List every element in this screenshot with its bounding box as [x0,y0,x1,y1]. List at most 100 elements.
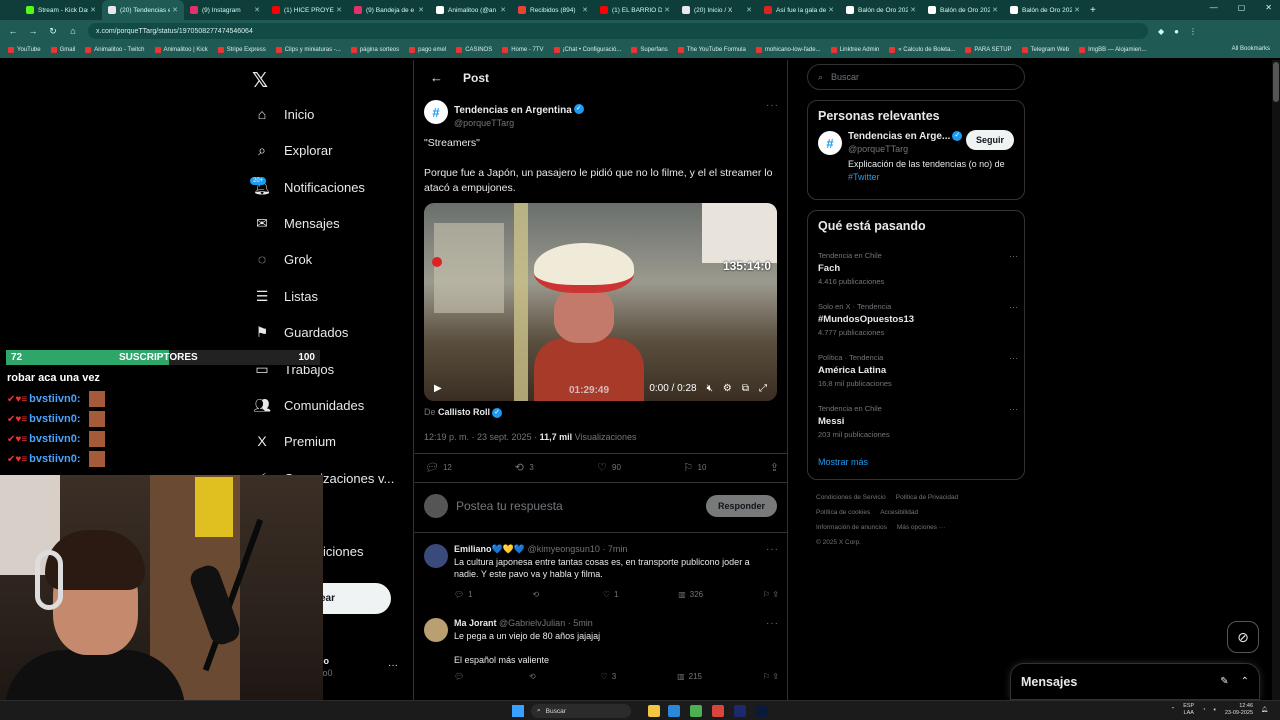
post-video[interactable]: 135:14:0 01:29:49 ▶ 0:00 / 0:28 🔇︎ ⚙ ⧉ ⤢ [424,203,777,401]
forward-icon[interactable]: → [28,26,38,36]
language-indicator[interactable]: ESP LAA [1183,703,1194,717]
show-more-link[interactable]: Mostrar más [818,457,868,467]
share-action[interactable]: ⇪ [770,461,779,474]
trend-item[interactable]: Tendencia en Chile Messi 203 mil publicaci… [818,404,1018,439]
page-scrollbar[interactable] [1272,60,1280,700]
browser-tab[interactable]: Balón de Oro 202 ✕ [922,0,1004,20]
footer-link[interactable]: Política de cookies [816,509,870,516]
back-arrow-icon[interactable]: ← [430,70,443,85]
post-timestamp[interactable]: 12:19 p. m. · 23 sept. 2025 · [424,432,537,442]
heart-action[interactable]: ♡ 1 [603,590,619,599]
browser-tab[interactable]: (20) Tendencias en Ar✕ [102,0,184,20]
new-message-icon[interactable]: ✎ [1220,676,1228,687]
nav-item-notificaciones[interactable]: 🔔︎ Notificaciones [253,179,365,195]
browser-tab[interactable]: (20) Inicio / X ✕ [676,0,758,20]
bookmark-item[interactable]: ¡Chat • Configuració... [553,47,621,53]
maximize-icon[interactable]: ▢ [1238,3,1246,12]
url-field[interactable]: x.com/porqueTTarg/status/197050827747454… [88,23,1148,39]
bookmark-item[interactable]: Home - 7TV [502,47,544,53]
relevant-person-card[interactable]: # Tendencias en Arge... ✓ @porqueTTarg Ex… [808,130,1024,191]
tab-close-icon[interactable]: ✕ [336,6,342,14]
expand-icon[interactable]: ⌃ [1241,676,1249,687]
pip-icon[interactable]: ⧉ [742,383,749,394]
photoshop-icon[interactable] [756,705,768,717]
trend-item[interactable]: Política · Tendencia América Latina 16,8 m… [818,353,1018,388]
start-icon[interactable] [512,705,524,717]
tab-close-icon[interactable]: ✕ [992,6,998,14]
browser-tab[interactable]: Animalitoo (@an ✕ [430,0,512,20]
bookmark-item[interactable]: Gmail [50,47,75,53]
reply-more-icon[interactable]: ··· [766,618,779,629]
profile-more-icon[interactable]: ··· [388,660,398,671]
app-icon[interactable] [668,705,680,717]
tab-close-icon[interactable]: ✕ [254,6,260,14]
post-author[interactable]: # Tendencias en Argentina ✓ @porqueTTarg [424,100,584,128]
nav-item-partial[interactable]: iciones [323,544,363,559]
taskbar-search[interactable]: ⌕ Buscar [531,704,631,718]
footer-link[interactable]: © 2025 X Corp. [816,539,861,546]
bookmark-item[interactable]: Linktree Admin [830,47,879,53]
settings-icon[interactable]: ⚙ [723,383,732,394]
reply-bookmark-share[interactable]: ⚐ ⇪ [763,590,779,599]
tab-close-icon[interactable]: ✕ [500,6,506,14]
repost-action[interactable]: ⟲ [532,590,543,599]
footer-link[interactable]: Más opciones ··· [897,524,945,531]
via-name[interactable]: Callisto Roll [438,407,490,417]
bookmark-item[interactable]: Animalitoo - Twitch [85,47,145,53]
messages-drawer[interactable]: Mensajes ✎ ⌃ [1010,663,1260,700]
author-handle[interactable]: @porqueTTarg [454,118,584,128]
bookmark-item[interactable]: Animalitoo | Kick [154,47,208,53]
bookmark-item[interactable]: YouTube [8,47,41,53]
browser-tab[interactable]: (9) Instagram ✕ [184,0,266,20]
nav-item-inicio[interactable]: ⌂ Inicio [254,106,315,122]
footer-link[interactable]: Información de anuncios [816,524,887,531]
author-name[interactable]: Tendencias en Argentina [454,105,572,116]
author-avatar[interactable]: # [424,100,448,124]
post-more-icon[interactable]: ··· [766,100,779,111]
reply-bookmark-share[interactable]: ⚐ ⇪ [763,672,779,681]
footer-link[interactable]: Política de Privacidad [896,494,959,501]
reply-action[interactable]: 💬︎ 1 [454,590,473,599]
browser-tab[interactable]: Balón de Oro 202 ✕ [1004,0,1086,20]
nav-item-guardados[interactable]: ⚑ Guardados [254,324,349,340]
bookmark-item[interactable]: página sorteos [350,47,399,53]
bookmark-item[interactable]: PARA SETUP [965,47,1012,53]
bookmark-item[interactable]: ImgBB — Alojamien... [1079,47,1146,53]
fullscreen-icon[interactable]: ⤢ [759,383,767,394]
tab-close-icon[interactable]: ✕ [910,6,916,14]
home-icon[interactable]: ⌂ [68,26,78,36]
minimize-icon[interactable]: — [1210,3,1218,12]
menu-icon[interactable]: ⋮ [1189,27,1197,36]
all-bookmarks[interactable]: All Bookmarks [1232,46,1270,52]
trend-more-icon[interactable]: ··· [1009,353,1018,363]
browser-tab[interactable]: (1) EL BARRIO DE ✕ [594,0,676,20]
profile-icon[interactable]: ● [1174,27,1179,36]
bookmark-item[interactable]: CASINOS [456,47,492,53]
premiere-icon[interactable] [734,705,746,717]
notification-bell-icon[interactable]: 🔔︎ [1261,707,1268,713]
reply-action[interactable]: 💬︎ 12 [424,461,452,474]
bookmark-item[interactable]: « Calculo de Boleta... [889,47,955,53]
search-input[interactable]: ⌕ Buscar [807,64,1025,90]
nav-item-mensajes[interactable]: ✉ Mensajes [254,215,340,231]
trend-item[interactable]: Solo en X · Tendencia #MundosOpuestos13 4.… [818,302,1018,337]
chrome-icon[interactable] [690,705,702,717]
relevant-name[interactable]: Tendencias en Arge... ✓ [848,131,963,142]
footer-link[interactable]: Condiciones de Servicio [816,494,886,501]
bio-hashtag[interactable]: #Twitter [848,172,880,182]
tab-close-icon[interactable]: ✕ [746,6,752,14]
trend-more-icon[interactable]: ··· [1009,302,1018,312]
new-tab-button[interactable]: + [1090,5,1096,16]
file-explorer-icon[interactable] [648,705,660,717]
follow-button[interactable]: Seguir [965,130,1014,150]
tab-close-icon[interactable]: ✕ [582,6,588,14]
close-window-icon[interactable]: ✕ [1265,3,1272,12]
nav-item-listas[interactable]: ☰ Listas [254,288,318,304]
views-action[interactable]: ▥ 326 [678,590,703,599]
nav-item-explorar[interactable]: ⌕ Explorar [254,142,332,158]
browser-tab[interactable]: Así fue la gala de ✕ [758,0,840,20]
bookmark-item[interactable]: Stripe Express [217,47,266,53]
app-icon[interactable] [712,705,724,717]
reply-more-icon[interactable]: ··· [766,544,779,555]
browser-tab[interactable]: Stream - Kick Dashbo✕ [20,0,102,20]
